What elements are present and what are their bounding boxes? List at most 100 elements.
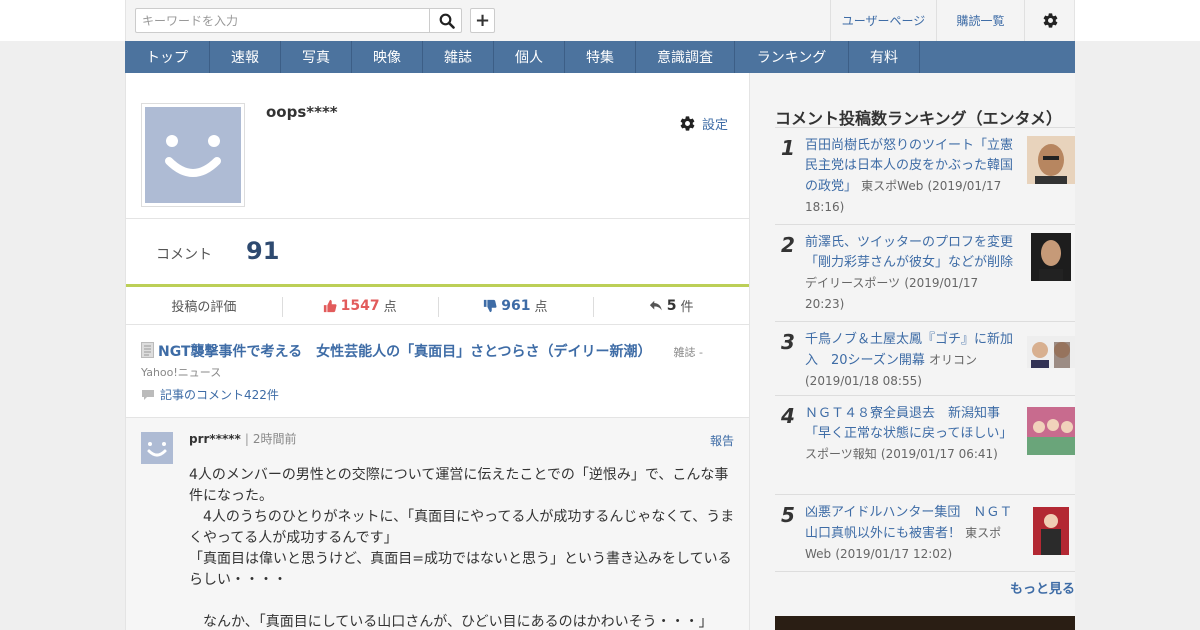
dislikes-unit: 点 <box>534 300 548 315</box>
comment-line: 「真面目は偉いと思うけど、真面目=成功ではないと思う」という書き込みをしているら… <box>189 551 732 588</box>
top-header: + ユーザーページ 購読一覧 <box>0 0 1200 41</box>
rank-number: 3 <box>781 330 795 354</box>
comment-line: 4人のメンバーの男性との交際について運営に伝えたことでの「逆恨み」で、こんな事件… <box>189 467 729 504</box>
speech-bubble-icon <box>142 389 154 400</box>
replies-stat: 5 件 <box>593 287 749 324</box>
ranking-item[interactable]: 5 凶悪アイドルハンター集団 ＮＧＴ山口真帆以外にも被害者！ 東スポWeb (2… <box>775 495 1075 572</box>
replies-count: 5 <box>666 297 677 314</box>
nav-individuals[interactable]: 個人 <box>494 41 565 73</box>
rank-source: デイリースポーツ <box>805 276 901 290</box>
likes-unit: 点 <box>383 300 397 315</box>
rank-text: ＮＧＴ４８寮全員退去 新潟知事「早く正常な状態に戻ってほしい」 スポーツ報知 (… <box>805 404 1020 465</box>
profile-main: oops**** 設定 コメント 91 投稿の評価 1547 点 961 点 5… <box>125 73 750 630</box>
rank-date: (2019/01/18 08:55) <box>805 374 922 388</box>
rank-thumbnail[interactable] <box>1027 407 1075 455</box>
replies-unit: 件 <box>680 300 694 315</box>
rank-text: 凶悪アイドルハンター集団 ＮＧＴ山口真帆以外にも被害者！ 東スポWeb (201… <box>805 503 1020 565</box>
likes-count: 1547 <box>340 297 380 314</box>
comment-count-label: コメント <box>156 247 212 263</box>
rank-number: 5 <box>781 503 795 527</box>
rank-title-link[interactable]: 千鳥ノブ＆土屋太鳳『ゴチ』に新加入 20シーズン開幕 <box>805 332 1013 368</box>
comment-line: 4人のうちのひとりがネットに、「真面目にやってる人が成功するんじゃなくて、うまく… <box>189 509 735 546</box>
nav-ranking[interactable]: ランキング <box>735 41 849 73</box>
settings-button[interactable] <box>1024 0 1075 41</box>
avatar-smiley-icon <box>145 107 241 203</box>
gear-icon <box>680 116 695 131</box>
nav-features[interactable]: 特集 <box>565 41 636 73</box>
user-page-link[interactable]: ユーザーページ <box>830 0 936 41</box>
commenter-name: prr***** <box>189 432 241 446</box>
header-bar: + ユーザーページ 購読一覧 <box>125 0 1075 41</box>
rating-label-text: 投稿の評価 <box>171 300 237 315</box>
article-block: NGT襲撃事件で考える 女性芸能人の「真面目」さとつらさ（デイリー新潮） 雑誌 -… <box>126 326 749 418</box>
rank-thumbnail[interactable] <box>1031 233 1071 281</box>
comment-line: なんか、「真面目にしている山口さんが、ひどい目にあるのはかわいそう・・・」 <box>189 614 713 630</box>
report-link[interactable]: 報告 <box>710 432 734 449</box>
rating-label: 投稿の評価 <box>126 287 282 324</box>
likes-stat: 1547 点 <box>281 287 438 324</box>
nav-breaking[interactable]: 速報 <box>210 41 281 73</box>
gear-icon <box>1043 13 1057 28</box>
dislikes-count: 961 <box>501 297 531 314</box>
comment-line <box>189 591 737 612</box>
profile-username: oops**** <box>266 103 338 121</box>
search-box <box>135 8 462 33</box>
sidebar-banner[interactable] <box>775 616 1075 630</box>
meta-separator: | <box>244 432 249 446</box>
rank-source: オリコン <box>929 353 978 367</box>
rank-title-link[interactable]: 前澤氏、ツイッターのプロフを変更「剛力彩芽さんが彼女」などが削除 <box>805 235 1013 270</box>
rank-thumbnail[interactable] <box>1027 136 1075 184</box>
rank-text: 百田尚樹氏が怒りのツイート「立憲民主党は日本人の皮をかぶった韓国の政党」 東スポ… <box>805 136 1020 218</box>
nav-photos[interactable]: 写真 <box>281 41 352 73</box>
profile-settings-link[interactable]: 設定 <box>679 114 728 133</box>
avatar <box>141 103 245 207</box>
search-icon <box>439 13 455 29</box>
article-heading: NGT襲撃事件で考える 女性芸能人の「真面目」さとつらさ（デイリー新潮） 雑誌 - <box>141 342 731 363</box>
nav-magazines[interactable]: 雑誌 <box>423 41 494 73</box>
comment-body: 4人のメンバーの男性との交際について運営に伝えたことでの「逆恨み」で、こんな事件… <box>189 465 737 630</box>
comment-count-value: 91 <box>246 237 280 265</box>
avatar-smiley-icon <box>147 442 167 457</box>
main-nav: トップ 速報 写真 映像 雑誌 個人 特集 意識調査 ランキング 有料 <box>125 41 1075 73</box>
rank-text: 前澤氏、ツイッターのプロフを変更「剛力彩芽さんが彼女」などが削除 デイリースポー… <box>805 233 1020 315</box>
nav-top[interactable]: トップ <box>125 41 210 73</box>
article-category: 雑誌 - <box>673 346 703 359</box>
document-icon <box>141 342 154 358</box>
dislikes-stat: 961 点 <box>437 287 594 324</box>
article-comments-label: 記事のコメント422件 <box>160 388 279 402</box>
ranking-item[interactable]: 4 ＮＧＴ４８寮全員退去 新潟知事「早く正常な状態に戻ってほしい」 スポーツ報知… <box>775 396 1075 495</box>
rank-thumbnail[interactable] <box>1033 507 1069 555</box>
rank-source: スポーツ報知 <box>805 447 877 461</box>
nav-video[interactable]: 映像 <box>352 41 423 73</box>
rank-number: 2 <box>781 233 795 257</box>
article-title-link[interactable]: NGT襲撃事件で考える 女性芸能人の「真面目」さとつらさ（デイリー新潮） <box>158 344 652 360</box>
commenter-avatar <box>141 432 173 464</box>
ranking-title: コメント投稿数ランキング（エンタメ） <box>775 109 1063 128</box>
ranking-item[interactable]: 2 前澤氏、ツイッターのプロフを変更「剛力彩芽さんが彼女」などが削除 デイリース… <box>775 225 1075 322</box>
rating-stats: 投稿の評価 1547 点 961 点 5 件 <box>126 287 749 325</box>
rank-number: 1 <box>781 136 795 160</box>
rank-source: 東スポWeb <box>861 179 924 193</box>
rank-text: 千鳥ノブ＆土屋太鳳『ゴチ』に新加入 20シーズン開幕 オリコン (2019/01… <box>805 330 1020 392</box>
search-button[interactable] <box>431 9 462 32</box>
thumbs-down-icon <box>484 299 497 312</box>
divider <box>126 218 749 219</box>
ranking-item[interactable]: 3 千鳥ノブ＆土屋太鳳『ゴチ』に新加入 20シーズン開幕 オリコン (2019/… <box>775 322 1075 396</box>
rank-number: 4 <box>781 404 795 428</box>
nav-survey[interactable]: 意識調査 <box>636 41 735 73</box>
nav-paid[interactable]: 有料 <box>849 41 920 73</box>
article-comments-link[interactable]: 記事のコメント422件 <box>141 386 279 403</box>
rank-title-link[interactable]: ＮＧＴ４８寮全員退去 新潟知事「早く正常な状態に戻ってほしい」 <box>805 406 1012 441</box>
comment-time: 2時間前 <box>252 432 297 446</box>
ranking-item[interactable]: 1 百田尚樹氏が怒りのツイート「立憲民主党は日本人の皮をかぶった韓国の政党」 東… <box>775 128 1075 225</box>
search-input[interactable] <box>136 9 430 32</box>
rank-thumbnail[interactable] <box>1027 336 1075 368</box>
add-button[interactable]: + <box>470 8 495 33</box>
commenter-meta: prr***** | 2時間前 <box>189 430 297 447</box>
rank-date: (2019/01/17 06:41) <box>880 447 998 461</box>
ranking-sidebar: コメント投稿数ランキング（エンタメ） 1 百田尚樹氏が怒りのツイート「立憲民主党… <box>750 73 1075 630</box>
more-link[interactable]: もっと見る <box>1010 578 1075 597</box>
comment-item: prr***** | 2時間前 報告 4人のメンバーの男性との交際について運営に伝え… <box>126 418 749 630</box>
subscriptions-link[interactable]: 購読一覧 <box>936 0 1024 41</box>
settings-label: 設定 <box>702 118 729 133</box>
